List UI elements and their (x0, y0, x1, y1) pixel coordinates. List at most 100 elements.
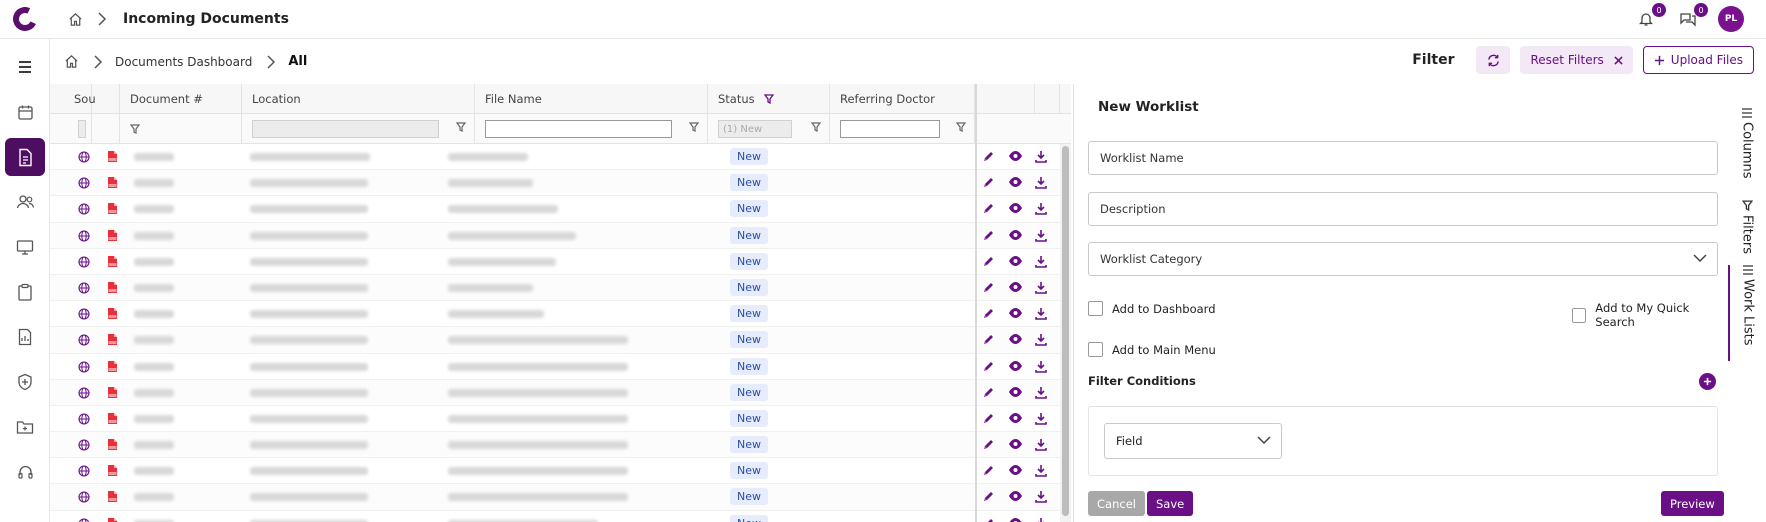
referring-doctor-filter-input[interactable] (840, 120, 940, 138)
worklist-name-field[interactable]: Worklist Name (1088, 141, 1718, 175)
download-icon[interactable] (1035, 229, 1047, 242)
edit-icon[interactable] (982, 517, 995, 522)
filter-document-number[interactable] (120, 114, 242, 144)
eye-icon[interactable] (1008, 333, 1023, 345)
table-row[interactable]: New (50, 379, 1071, 406)
table-row[interactable]: New (50, 144, 1071, 171)
edit-icon[interactable] (982, 150, 995, 163)
add-condition-button[interactable] (1699, 373, 1716, 390)
table-row[interactable]: New (50, 458, 1071, 485)
eye-icon[interactable] (1008, 229, 1023, 241)
folder-icon[interactable] (5, 408, 45, 446)
checkbox-box[interactable] (1088, 301, 1103, 316)
edit-icon[interactable] (982, 229, 995, 242)
table-row[interactable]: New (50, 327, 1071, 354)
refresh-button[interactable] (1476, 46, 1511, 74)
filter-icon[interactable] (456, 122, 466, 132)
download-icon[interactable] (1035, 307, 1047, 320)
eye-icon[interactable] (1008, 281, 1023, 293)
download-icon[interactable] (1035, 176, 1047, 189)
edit-icon[interactable] (982, 176, 995, 189)
download-icon[interactable] (1035, 438, 1047, 451)
table-row[interactable]: New (50, 511, 1071, 522)
eye-icon[interactable] (1008, 517, 1023, 522)
monitor-icon[interactable] (5, 228, 45, 266)
download-icon[interactable] (1035, 490, 1047, 504)
tab-columns[interactable]: Columns (1728, 108, 1766, 179)
edit-icon[interactable] (982, 438, 995, 451)
filter-source[interactable] (70, 114, 92, 144)
table-row[interactable]: New (50, 196, 1071, 223)
messages-button[interactable]: 0 (1676, 3, 1708, 31)
status-filter-input[interactable]: (1) New (718, 120, 792, 138)
edit-icon[interactable] (982, 333, 995, 346)
file-name-filter-input[interactable] (485, 120, 672, 138)
documents-icon[interactable] (5, 138, 45, 176)
scroll-thumb[interactable] (1062, 146, 1069, 516)
clipboard-icon[interactable] (5, 273, 45, 311)
add-to-main-menu-checkbox[interactable]: Add to Main Menu (1088, 342, 1216, 357)
table-row[interactable]: New (50, 484, 1071, 511)
table-row[interactable]: New (50, 249, 1071, 275)
eye-icon[interactable] (1008, 386, 1023, 398)
edit-icon[interactable] (982, 202, 995, 215)
table-row[interactable]: New (50, 301, 1071, 328)
edit-icon[interactable] (982, 307, 995, 320)
checkbox-box[interactable] (1572, 307, 1587, 323)
notifications-button[interactable]: 0 (1634, 3, 1666, 31)
description-field[interactable]: Description (1088, 192, 1718, 226)
report-icon[interactable] (5, 318, 45, 356)
eye-icon[interactable] (1008, 150, 1023, 162)
filter-referring-doctor[interactable] (830, 114, 975, 144)
download-icon[interactable] (1035, 517, 1047, 522)
upload-files-button[interactable]: Upload Files (1642, 46, 1754, 74)
save-button[interactable]: Save (1147, 491, 1194, 516)
eye-icon[interactable] (1008, 307, 1023, 319)
download-icon[interactable] (1035, 386, 1047, 399)
edit-icon[interactable] (982, 281, 995, 294)
checkbox-box[interactable] (1088, 342, 1103, 357)
reset-filters-button[interactable]: Reset Filters (1520, 46, 1633, 74)
column-header-referring-doctor[interactable]: Referring Doctor (830, 84, 975, 114)
eye-icon[interactable] (1008, 438, 1023, 450)
tab-filters[interactable]: Filters (1728, 200, 1766, 254)
column-header-location[interactable]: Location (242, 84, 475, 114)
shield-icon[interactable] (5, 363, 45, 401)
edit-icon[interactable] (982, 255, 995, 268)
headset-icon[interactable] (5, 453, 45, 491)
add-to-quick-search-checkbox[interactable]: Add to My Quick Search (1572, 301, 1725, 329)
table-row[interactable]: New (50, 406, 1071, 433)
table-row[interactable]: New (50, 432, 1071, 459)
table-row[interactable]: New (50, 354, 1071, 380)
filter-icon[interactable] (956, 122, 966, 132)
filter-file-name[interactable] (475, 114, 708, 144)
tab-work-lists[interactable]: Work Lists (1728, 265, 1766, 361)
eye-icon[interactable] (1008, 202, 1023, 214)
eye-icon[interactable] (1008, 412, 1023, 424)
preview-button[interactable]: Preview (1661, 491, 1724, 516)
table-row[interactable]: New (50, 274, 1071, 302)
calendar-icon[interactable] (5, 93, 45, 131)
filter-icon[interactable] (811, 122, 821, 132)
table-row[interactable]: New (50, 222, 1071, 249)
user-avatar[interactable]: PL (1718, 6, 1744, 32)
add-to-dashboard-checkbox[interactable]: Add to Dashboard (1088, 301, 1216, 316)
column-header-type[interactable] (92, 84, 120, 114)
column-header-source[interactable]: Sou (70, 84, 96, 114)
download-icon[interactable] (1035, 150, 1047, 163)
edit-icon[interactable] (982, 464, 995, 477)
column-header-document-number[interactable]: Document # (120, 84, 242, 114)
field-select[interactable]: Field (1104, 423, 1282, 459)
eye-icon[interactable] (1008, 255, 1023, 267)
column-header-file-name[interactable]: File Name (475, 84, 708, 114)
download-icon[interactable] (1035, 412, 1047, 425)
download-icon[interactable] (1035, 202, 1047, 216)
eye-icon[interactable] (1008, 176, 1023, 188)
cancel-button[interactable]: Cancel (1088, 491, 1145, 516)
download-icon[interactable] (1035, 255, 1047, 268)
eye-icon[interactable] (1008, 490, 1023, 502)
download-icon[interactable] (1035, 333, 1047, 347)
grid-scrollbar[interactable] (1060, 144, 1071, 522)
edit-icon[interactable] (982, 412, 995, 425)
download-icon[interactable] (1035, 464, 1047, 478)
